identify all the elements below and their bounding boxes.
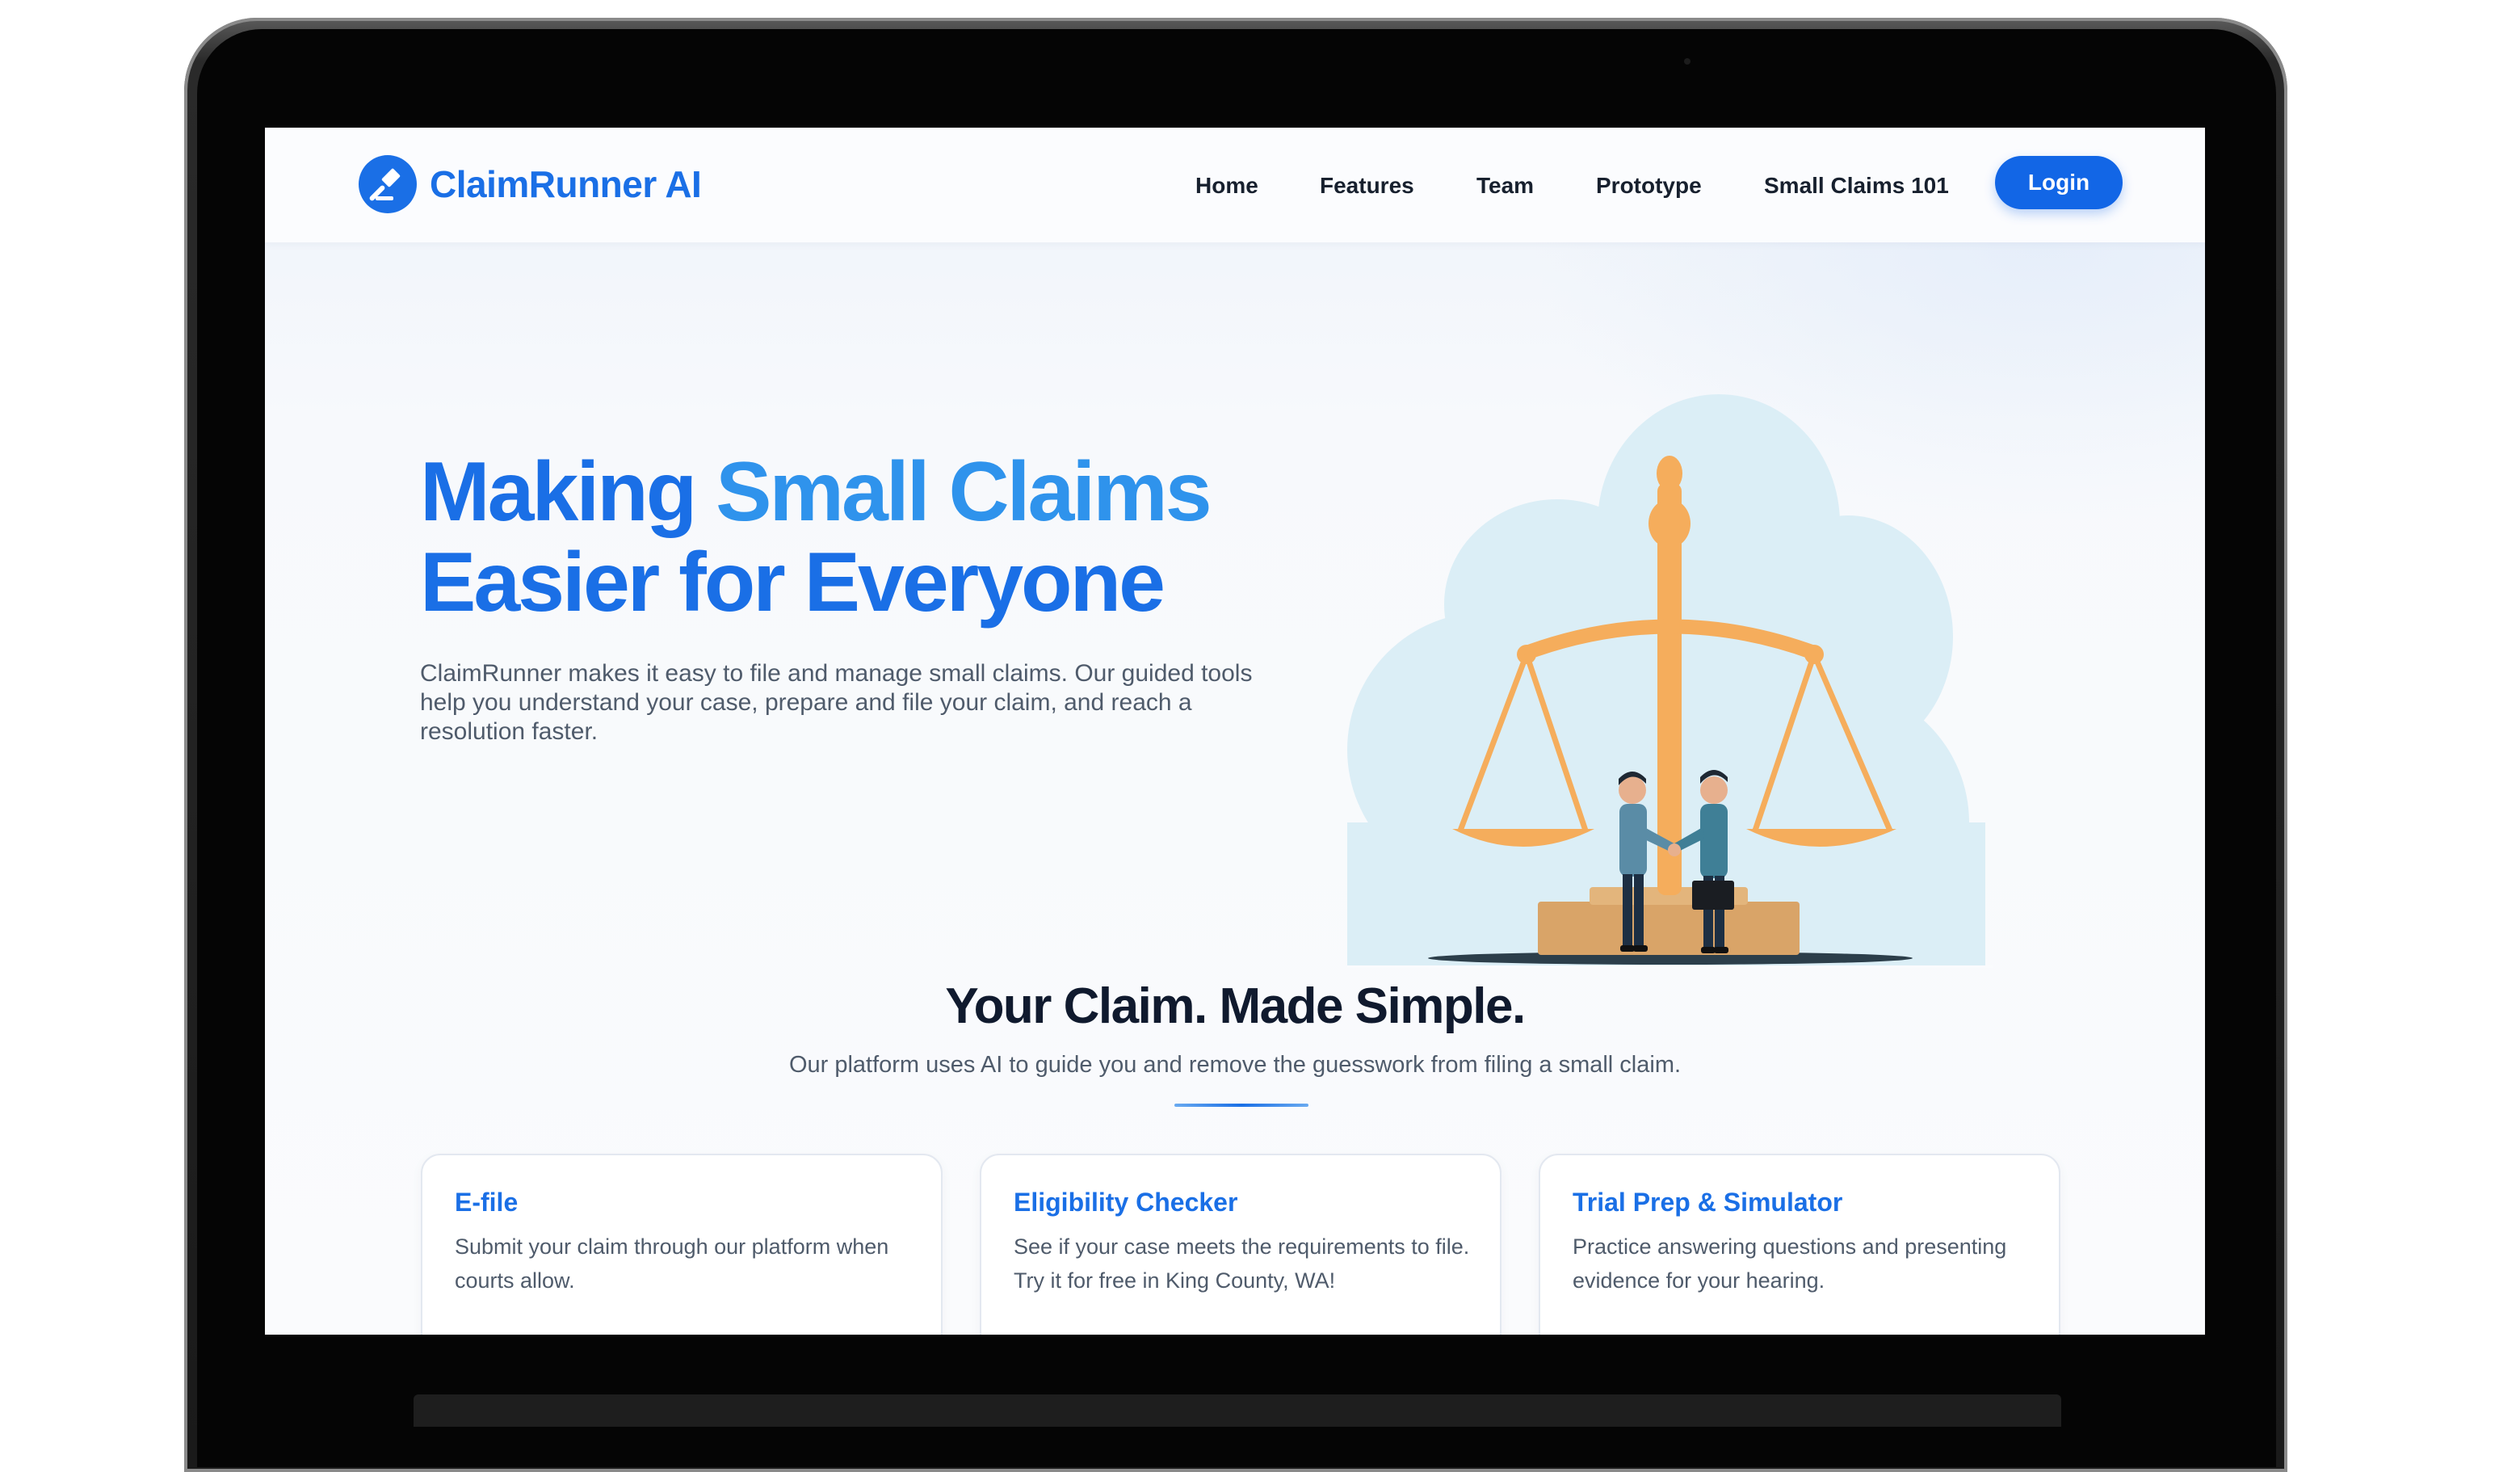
camera-dot <box>1684 58 1690 65</box>
top-navbar: ClaimRunner AI Home Features Team Protot… <box>265 128 2205 242</box>
section-subtitle: Our platform uses AI to guide you and re… <box>788 1052 1682 1078</box>
nav-link-team[interactable]: Team <box>1476 168 1534 204</box>
hero-title-line2: Easier for Everyone <box>420 536 1166 629</box>
feature-card-title: Eligibility Checker <box>1014 1188 1238 1217</box>
section-divider <box>1174 1104 1308 1107</box>
feature-card-eligibility-checker[interactable]: Eligibility Checker See if your case mee… <box>980 1154 1502 1335</box>
feature-card-description: Submit your claim through our platform w… <box>455 1234 889 1293</box>
scales-of-justice-illustration <box>1347 370 1993 968</box>
feature-card-trial-prep[interactable]: Trial Prep & Simulator Practice answerin… <box>1539 1154 2060 1335</box>
nav-link-prototype[interactable]: Prototype <box>1596 168 1702 204</box>
section-title: Your Claim. Made Simple. <box>945 978 1526 1034</box>
hero-title-part1: Making <box>420 445 716 539</box>
feature-card-description: Practice answering questions and present… <box>1573 1234 2007 1293</box>
feature-card-description: See if your case meets the requirements … <box>1014 1234 1470 1293</box>
feature-card-title: E-file <box>455 1188 519 1217</box>
nav-menu: Home Features Team Prototype Small Claim… <box>265 128 2205 242</box>
hero-description: ClaimRunner makes it easy to file and ma… <box>420 660 1253 745</box>
login-button[interactable]: Login <box>1995 156 2123 209</box>
browser-viewport: ClaimRunner AI Home Features Team Protot… <box>265 128 2205 1335</box>
hero-title: Making Small Claims Easier for Everyone <box>420 447 1308 628</box>
laptop-hinge <box>414 1394 2061 1427</box>
nav-link-features[interactable]: Features <box>1320 168 1414 204</box>
nav-link-home[interactable]: Home <box>1195 168 1258 204</box>
nav-link-small-claims-101[interactable]: Small Claims 101 <box>1764 168 1949 204</box>
hero-title-accent: Small Claims <box>716 445 1212 539</box>
feature-card-e-file[interactable]: E-file Submit your claim through our pla… <box>421 1154 943 1335</box>
feature-card-title: Trial Prep & Simulator <box>1573 1188 1843 1217</box>
